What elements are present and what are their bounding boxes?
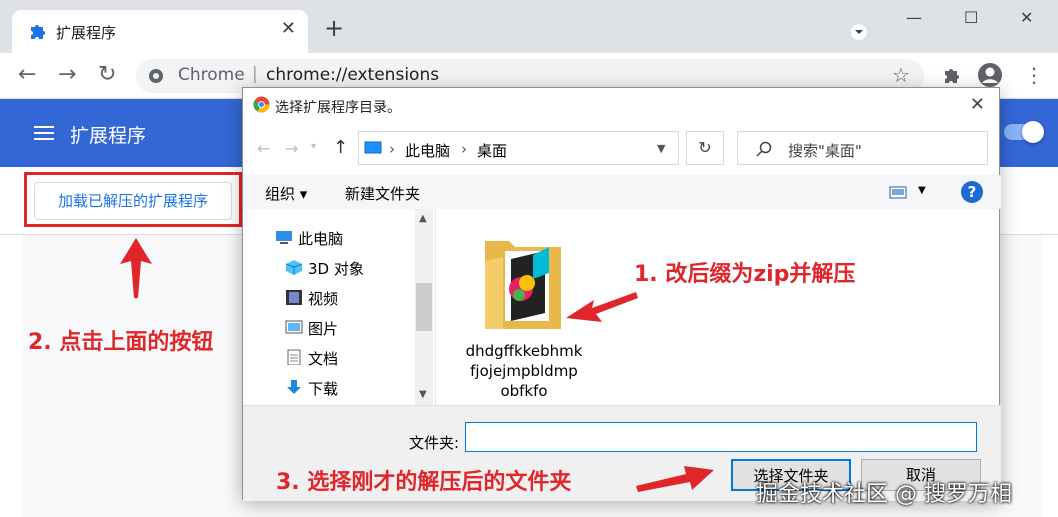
download-arrow-icon [287, 380, 301, 394]
forward-icon[interactable]: → [58, 63, 76, 87]
menu-kebab-icon[interactable]: ⋮ [1024, 63, 1044, 87]
scroll-thumb[interactable] [416, 283, 432, 331]
computer-icon [276, 231, 292, 244]
navigation-pane: 此电脑 3D 对象 视频 图片 文档 下载 [243, 209, 436, 405]
search-input[interactable]: 搜索"桌面" [737, 131, 988, 165]
chrome-logo-icon [149, 69, 163, 83]
folder-name-line3: obfkfo [500, 382, 548, 400]
folder-icon[interactable] [483, 233, 563, 337]
omnibox-separator: | [252, 64, 258, 84]
back-icon[interactable]: ← [257, 139, 270, 158]
nav-item-this-pc[interactable]: 此电脑 [298, 228, 343, 249]
puzzle-icon [31, 25, 45, 39]
right-arrow-annotation-3 [636, 466, 714, 492]
organize-label: 组织 [265, 185, 296, 203]
cube-icon [285, 260, 303, 275]
search-icon [756, 141, 772, 157]
breadcrumb-this-pc[interactable]: 此电脑 [405, 140, 450, 161]
view-options-icon[interactable] [889, 186, 907, 199]
scroll-down-icon[interactable]: ▼ [419, 389, 427, 400]
annotation-step1: 1. 改后缀为zip并解压 [634, 262, 856, 287]
forward-icon[interactable]: → [285, 139, 298, 158]
folder-name-line2: fjojejmpbldmp [470, 362, 578, 380]
help-icon[interactable]: ? [961, 181, 983, 203]
bookmark-star-icon[interactable]: ☆ [892, 63, 910, 87]
breadcrumb-desktop[interactable]: 桌面 [477, 140, 507, 161]
chevron-down-icon[interactable]: ▼ [657, 142, 665, 155]
film-icon [286, 290, 302, 305]
organize-menu[interactable]: 组织 ▾ [265, 183, 307, 204]
hamburger-menu-icon[interactable] [34, 126, 54, 140]
annotation-step2: 2. 点击上面的按钮 [28, 330, 214, 355]
profile-avatar-icon[interactable] [977, 62, 1003, 88]
omnibox-site: Chrome [178, 65, 245, 85]
minimize-icon[interactable]: — [906, 8, 922, 27]
back-icon[interactable]: ← [18, 63, 36, 87]
monitor-icon [364, 141, 382, 154]
nav-item-documents[interactable]: 文档 [308, 348, 338, 369]
document-icon [287, 349, 301, 365]
folder-name-line1: dhdgffkkebhmk [465, 342, 583, 360]
window-close-icon[interactable]: ✕ [1020, 8, 1033, 27]
dialog-title: 选择扩展程序目录。 [275, 100, 401, 116]
developer-mode-toggle[interactable] [1004, 121, 1044, 143]
page-title: 扩展程序 [70, 125, 147, 147]
refresh-icon[interactable]: ↻ [686, 131, 724, 165]
address-breadcrumb[interactable]: › 此电脑 › 桌面 ▼ [358, 131, 679, 165]
left-arrow-annotation-1 [566, 292, 638, 322]
nav-item-3d-objects[interactable]: 3D 对象 [308, 258, 364, 279]
tab-close-icon[interactable]: ✕ [281, 18, 296, 39]
search-placeholder: 搜索"桌面" [788, 142, 862, 160]
up-folder-icon[interactable]: ↑ [333, 137, 348, 158]
folder-field-label: 文件夹: [409, 434, 460, 452]
tab-extensions[interactable]: 扩展程序 ✕ [12, 10, 308, 53]
tab-strip: 扩展程序 ✕ + — ☐ ✕ [0, 0, 1058, 53]
picture-icon [285, 320, 303, 334]
nav-scrollbar[interactable]: ▲ ▼ [415, 209, 433, 405]
dialog-close-icon[interactable]: ✕ [970, 94, 985, 115]
watermark: 掘金技术社区 @ 搜罗万相 [756, 482, 1012, 507]
maximize-icon[interactable]: ☐ [964, 8, 978, 27]
folder-input[interactable] [465, 422, 977, 452]
command-bar: 组织 ▾ 新建文件夹 ▼ [243, 175, 1001, 209]
nav-item-videos[interactable]: 视频 [308, 288, 338, 309]
nav-item-downloads[interactable]: 下载 [308, 378, 338, 399]
up-arrow-annotation [120, 238, 152, 298]
new-tab-icon[interactable]: + [324, 16, 344, 40]
nav-item-pictures[interactable]: 图片 [308, 318, 338, 339]
chrome-logo-icon [253, 96, 270, 113]
recent-dropdown-icon[interactable]: ▾ [311, 141, 316, 152]
tab-title: 扩展程序 [56, 24, 117, 42]
reload-icon[interactable]: ↻ [98, 63, 116, 87]
highlight-box [24, 172, 242, 227]
omnibox-url: chrome://extensions [266, 65, 440, 85]
view-dropdown-icon[interactable]: ▼ [918, 185, 926, 196]
scroll-up-icon[interactable]: ▲ [419, 213, 427, 224]
extensions-puzzle-icon[interactable] [942, 66, 960, 84]
annotation-step3: 3. 选择刚才的解压后的文件夹 [276, 470, 572, 495]
tab-search-icon[interactable] [850, 23, 868, 41]
new-folder-button[interactable]: 新建文件夹 [345, 183, 420, 204]
